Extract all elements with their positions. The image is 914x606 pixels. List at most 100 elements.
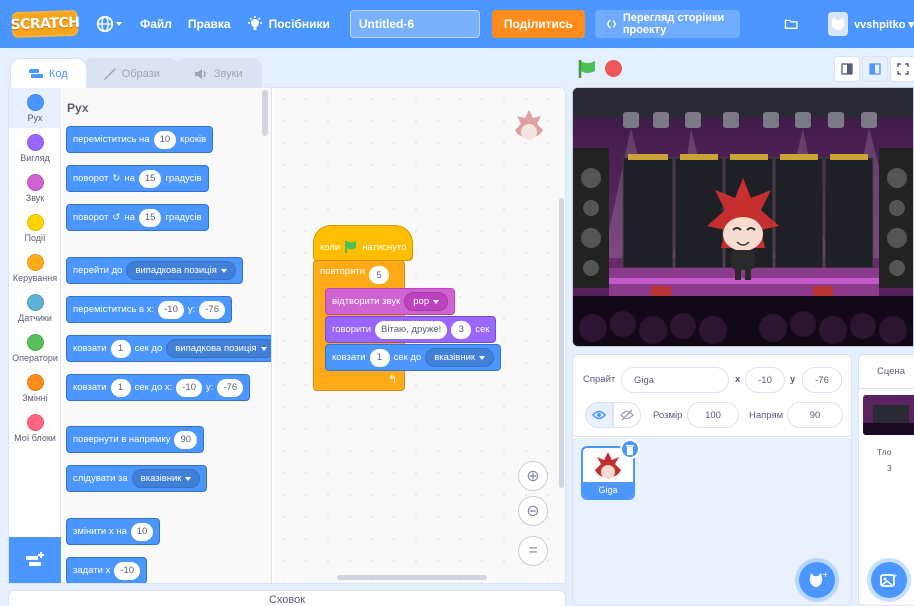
avatar[interactable] bbox=[828, 12, 849, 36]
sound-dropdown[interactable]: pop bbox=[404, 292, 449, 311]
towards-dropdown[interactable]: вказівник bbox=[131, 469, 201, 488]
green-flag-button[interactable] bbox=[576, 58, 598, 80]
glide-secs-input[interactable]: 1 bbox=[369, 348, 390, 367]
play-sound-block[interactable]: відтворити звук pop bbox=[325, 288, 456, 315]
category-6[interactable]: Датчики bbox=[9, 288, 61, 328]
secs-input[interactable]: 1 bbox=[110, 339, 131, 358]
category-4[interactable]: Події bbox=[9, 208, 61, 248]
say-text-input[interactable]: Вітаю, друже! bbox=[375, 320, 448, 339]
tab-costumes[interactable]: Образи bbox=[82, 58, 179, 88]
workspace-vertical-scrollbar[interactable] bbox=[559, 198, 564, 488]
sprite-name-field[interactable] bbox=[621, 367, 729, 393]
share-button[interactable]: Поділитись bbox=[491, 10, 585, 38]
x-input[interactable]: -10 bbox=[176, 378, 202, 397]
concert-stage-backdrop bbox=[573, 88, 913, 346]
change-x-block[interactable]: змінити x на 10 bbox=[66, 518, 161, 545]
block-text: кроків bbox=[180, 134, 207, 145]
degrees-input[interactable]: 15 bbox=[138, 208, 162, 227]
category-color-dot bbox=[26, 334, 44, 351]
sprite-info: Спрайт x y Розмір Напрям bbox=[573, 355, 851, 437]
small-stage-button[interactable] bbox=[834, 56, 860, 82]
see-project-page-label: Перегляд сторінки проекту bbox=[622, 12, 725, 36]
secs-input[interactable]: 1 bbox=[110, 378, 131, 397]
turn-left-block[interactable]: поворот ↺ на 15 градусів bbox=[66, 204, 209, 231]
see-project-page-button[interactable]: Перегляд сторінки проекту bbox=[594, 10, 740, 38]
category-7[interactable]: Оператори bbox=[9, 328, 61, 368]
project-title-input[interactable] bbox=[349, 10, 480, 38]
palette-scrollbar[interactable] bbox=[262, 90, 268, 136]
x-input[interactable]: -10 bbox=[158, 300, 184, 319]
rotate-right-icon: ↻ bbox=[112, 173, 121, 184]
goto-xy-block[interactable]: переміститись в x: -10 y: -76 bbox=[66, 296, 232, 323]
direction-input[interactable]: 90 bbox=[174, 430, 198, 449]
degrees-input[interactable]: 15 bbox=[138, 169, 162, 188]
goto-block[interactable]: перейти до випадкова позиція bbox=[66, 257, 243, 284]
cat-avatar-icon bbox=[831, 17, 845, 30]
y-label: y bbox=[790, 374, 796, 385]
hide-sprite-button[interactable] bbox=[613, 402, 641, 428]
palette-category-title: Рух bbox=[67, 101, 89, 115]
scratch-logo[interactable]: SCRATCH bbox=[10, 9, 80, 39]
glide-xy-block[interactable]: ковзати 1 сек до x: -10 y: -76 bbox=[66, 374, 251, 401]
glide-target-dropdown[interactable]: вказівник bbox=[425, 348, 495, 367]
zoom-reset-button[interactable]: = bbox=[518, 536, 548, 566]
sprite-size-field[interactable] bbox=[687, 402, 739, 428]
category-5[interactable]: Керування bbox=[9, 248, 61, 288]
zoom-out-button[interactable]: ⊖ bbox=[518, 496, 548, 526]
workspace-horizontal-scrollbar[interactable] bbox=[337, 575, 487, 580]
say-secs-input[interactable]: 3 bbox=[451, 320, 472, 339]
show-sprite-button[interactable] bbox=[585, 402, 613, 428]
file-menu[interactable]: Файл bbox=[132, 0, 180, 48]
edit-menu[interactable]: Правка bbox=[180, 0, 239, 48]
turn-right-block[interactable]: поворот ↻ на 15 градусів bbox=[66, 165, 209, 192]
block-text: на bbox=[124, 212, 135, 223]
backpack[interactable]: Сховок bbox=[8, 590, 566, 606]
block-text: сек bbox=[475, 324, 490, 335]
language-menu[interactable] bbox=[88, 0, 132, 48]
glide-target-dropdown[interactable]: випадкова позиція bbox=[166, 339, 271, 358]
point-direction-block[interactable]: повернути в напрямку 90 bbox=[66, 426, 205, 453]
set-x-input[interactable]: -10 bbox=[114, 561, 141, 580]
sprite-y-field[interactable] bbox=[802, 367, 842, 393]
sprite-x-field[interactable] bbox=[745, 367, 785, 393]
tab-code[interactable]: Код bbox=[10, 58, 87, 88]
category-9[interactable]: Мої блоки bbox=[9, 408, 61, 448]
script-workspace[interactable]: коли натиснуто повторити 5 ↰ відтворити … bbox=[273, 88, 565, 583]
set-x-block[interactable]: задати x -10 bbox=[66, 557, 148, 583]
glide-to-block[interactable]: ковзати 1 сек до випадкова позиція bbox=[66, 335, 271, 362]
point-towards-block[interactable]: слідувати за вказівник bbox=[66, 465, 208, 492]
sprite-direction-field[interactable] bbox=[787, 402, 843, 428]
say-for-secs-block[interactable]: говорити Вітаю, друже! 3 сек bbox=[325, 316, 497, 343]
change-x-input[interactable]: 10 bbox=[130, 522, 154, 541]
y-input[interactable]: -76 bbox=[199, 300, 225, 319]
my-stuff-folder-icon[interactable] bbox=[784, 16, 798, 32]
choose-backdrop-button[interactable]: + bbox=[871, 562, 907, 598]
blocks-panel: Рух Вигляд Звук Події Керування Датчики Операт… bbox=[8, 87, 566, 584]
direction-label: Напрям bbox=[749, 410, 784, 421]
move-steps-block[interactable]: переміститись на 10 кроків bbox=[66, 126, 214, 153]
category-8[interactable]: Змінні bbox=[9, 368, 61, 408]
tutorials-button[interactable]: Посібники bbox=[239, 0, 338, 48]
stop-button[interactable] bbox=[605, 60, 622, 77]
category-1[interactable]: Рух bbox=[9, 88, 61, 128]
tab-sounds[interactable]: Звуки bbox=[174, 58, 262, 88]
zoom-in-icon: ⊕ bbox=[526, 468, 540, 485]
y-input[interactable]: -76 bbox=[217, 378, 244, 397]
stage-canvas[interactable] bbox=[572, 87, 914, 347]
repeat-count-input[interactable]: 5 bbox=[369, 266, 390, 284]
goto-target-dropdown[interactable]: випадкова позиція bbox=[126, 261, 236, 280]
category-3[interactable]: Звук bbox=[9, 168, 61, 208]
delete-sprite-button[interactable] bbox=[620, 439, 640, 459]
category-color-dot bbox=[26, 134, 44, 151]
fullscreen-button[interactable] bbox=[890, 56, 914, 82]
normal-stage-button[interactable] bbox=[862, 56, 888, 82]
steps-input[interactable]: 10 bbox=[153, 130, 177, 149]
category-2[interactable]: Вигляд bbox=[9, 128, 61, 168]
choose-sprite-button[interactable]: + bbox=[799, 562, 835, 598]
zoom-in-button[interactable]: ⊕ bbox=[518, 461, 548, 491]
when-flag-clicked-block[interactable]: коли натиснуто bbox=[313, 225, 414, 261]
glide-block[interactable]: ковзати 1 сек до вказівник bbox=[325, 344, 502, 371]
add-extension-button[interactable] bbox=[9, 537, 61, 583]
username[interactable]: vvshpitko ▾ bbox=[854, 18, 914, 31]
block-text: y: bbox=[187, 304, 196, 315]
